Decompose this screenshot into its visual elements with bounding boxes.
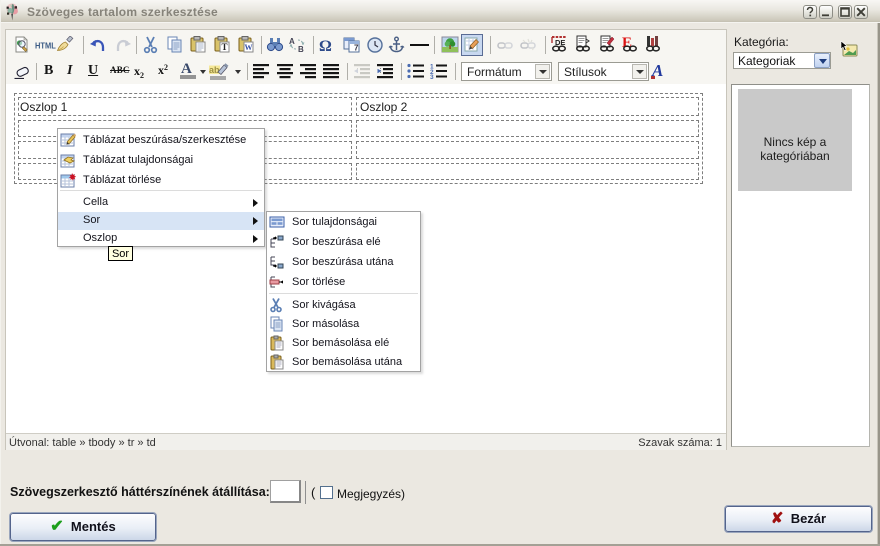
svg-text:A: A — [289, 37, 295, 46]
svg-text:T: T — [221, 42, 227, 52]
svg-text:W: W — [245, 43, 253, 52]
svg-text:B: B — [298, 45, 304, 54]
svg-text:3: 3 — [430, 74, 434, 79]
svg-text:7: 7 — [354, 44, 359, 53]
